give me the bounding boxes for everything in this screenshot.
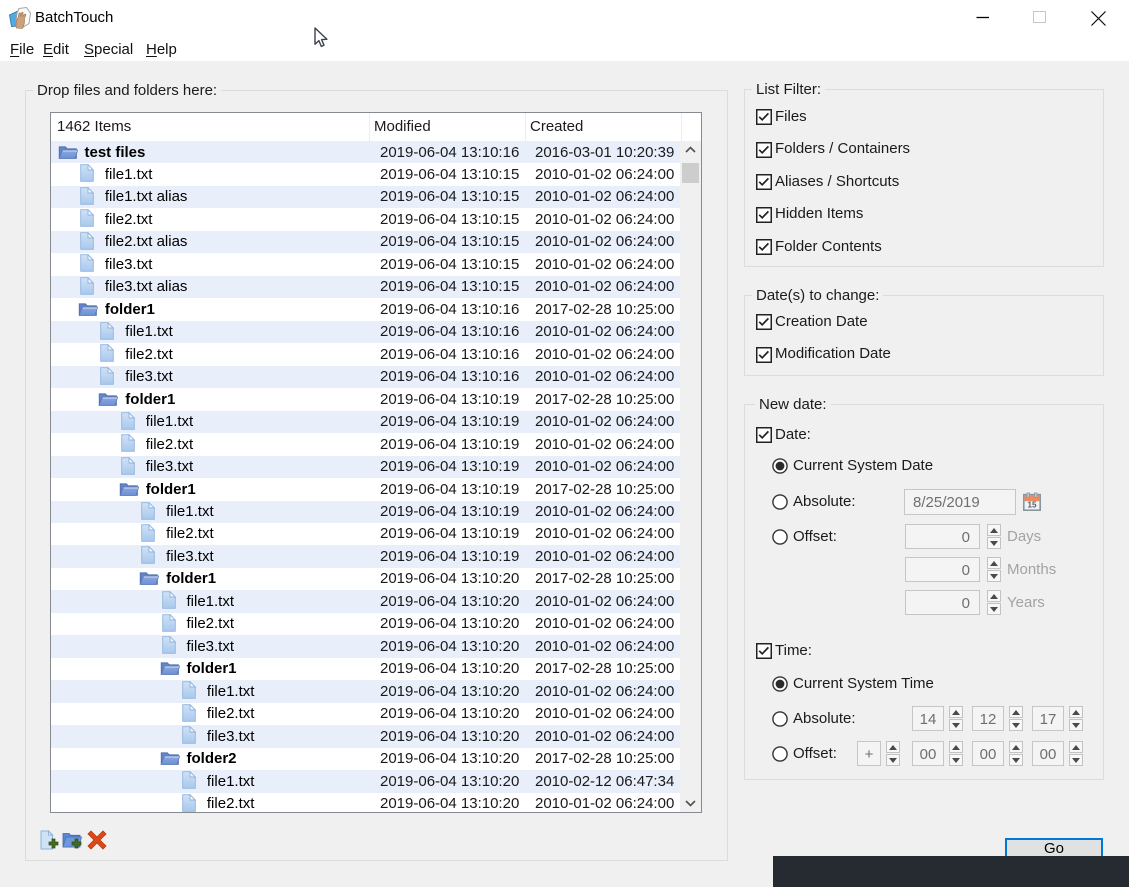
svg-text:15: 15 — [1028, 501, 1037, 510]
